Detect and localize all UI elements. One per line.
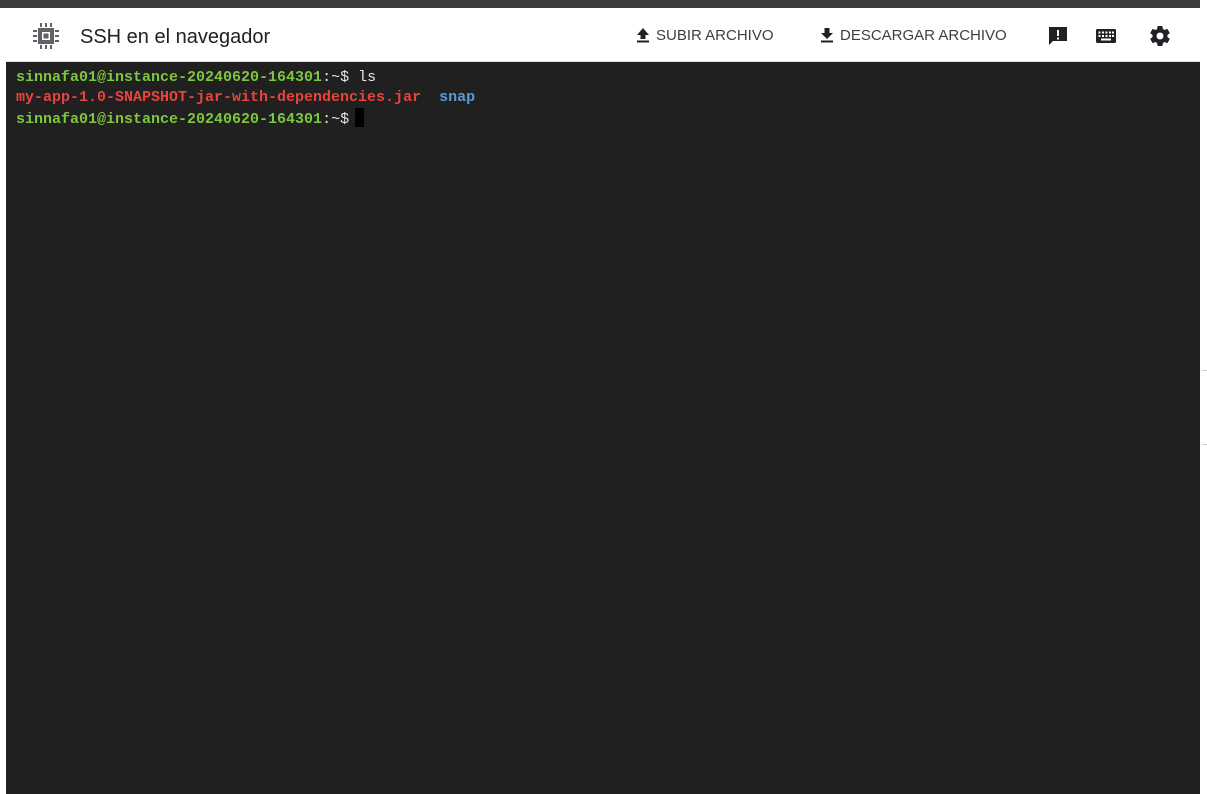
prompt-path: :~$ xyxy=(322,69,359,86)
terminal-line: sinnafa01@instance-20240620-164301:~$ xyxy=(16,108,1190,128)
download-file-button[interactable]: DESCARGAR ARCHIVO xyxy=(820,24,1007,46)
command-text: ls xyxy=(358,69,377,86)
divider xyxy=(1202,444,1207,445)
prompt-user-host: sinnafa01@instance-20240620-164301 xyxy=(16,69,323,86)
terminal-line: my-app-1.0-SNAPSHOT-jar-with-dependencie… xyxy=(16,88,1190,108)
app-title: SSH en el navegador xyxy=(80,26,271,48)
background-page-edge xyxy=(1200,0,1207,794)
ssh-browser-window: SSH en el navegador SUBIR ARCHIVO DESCAR… xyxy=(6,8,1200,794)
window-top-border xyxy=(0,0,1207,8)
terminal-area[interactable]: sinnafa01@instance-20240620-164301:~$ ls… xyxy=(6,62,1200,794)
upload-file-label: SUBIR ARCHIVO xyxy=(656,26,774,44)
keyboard-icon[interactable] xyxy=(1094,24,1118,48)
divider xyxy=(1202,370,1207,371)
header-bar: SSH en el navegador SUBIR ARCHIVO DESCAR… xyxy=(6,8,1200,62)
upload-file-button[interactable]: SUBIR ARCHIVO xyxy=(636,24,774,46)
upload-icon xyxy=(637,28,649,43)
feedback-icon[interactable] xyxy=(1046,24,1070,48)
chip-icon xyxy=(33,23,59,49)
prompt-user-host: sinnafa01@instance-20240620-164301 xyxy=(16,111,323,128)
output-directory: snap xyxy=(439,89,476,106)
terminal-line: sinnafa01@instance-20240620-164301:~$ ls xyxy=(16,68,1190,88)
download-file-label: DESCARGAR ARCHIVO xyxy=(840,26,1007,44)
prompt-path: :~$ xyxy=(322,111,350,128)
settings-icon[interactable] xyxy=(1148,24,1172,48)
terminal-cursor xyxy=(355,108,365,127)
download-icon xyxy=(821,28,833,43)
output-file: my-app-1.0-SNAPSHOT-jar-with-dependencie… xyxy=(16,89,422,106)
